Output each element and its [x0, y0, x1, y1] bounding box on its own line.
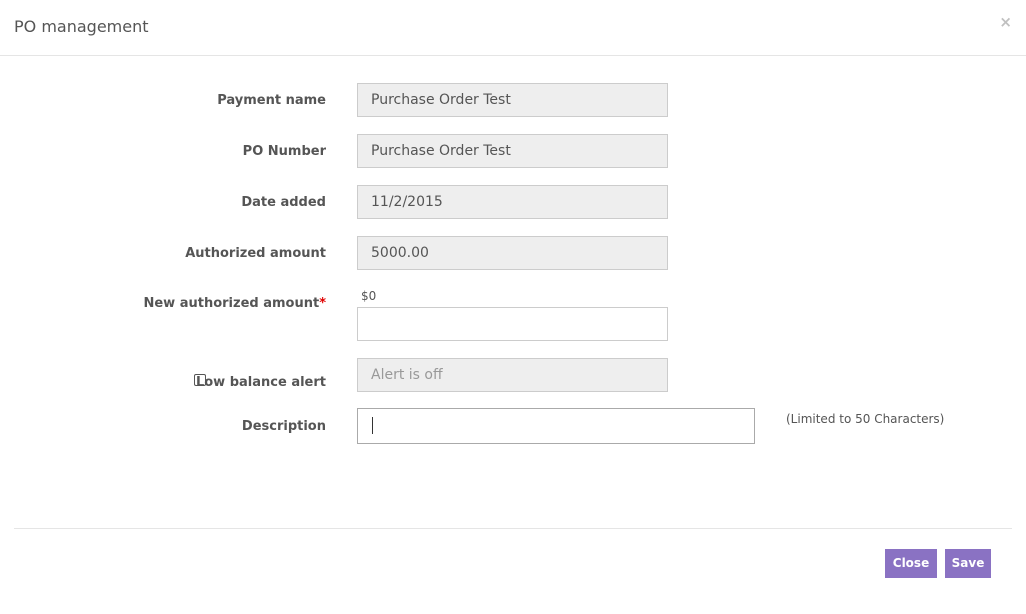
required-marker: * — [319, 296, 326, 311]
description-label: Description — [241, 419, 326, 434]
new-authorized-amount-label: New authorized amount* — [143, 296, 326, 311]
payment-name-field: Purchase Order Test — [357, 83, 668, 117]
new-authorized-amount-hint: $0 — [361, 289, 377, 303]
low-balance-alert-label: Low balance alert — [195, 375, 326, 390]
modal-title: PO management — [14, 17, 149, 36]
date-added-label: Date added — [241, 195, 326, 210]
po-number-label: PO Number — [242, 144, 326, 159]
close-button[interactable]: Close — [885, 549, 937, 578]
payment-name-label: Payment name — [217, 93, 326, 108]
close-icon[interactable]: × — [999, 12, 1012, 32]
footer-divider — [14, 528, 1012, 529]
date-added-field: 11/2/2015 — [357, 185, 668, 219]
authorized-amount-field: 5000.00 — [357, 236, 668, 270]
description-input[interactable] — [357, 408, 755, 444]
new-authorized-amount-input[interactable] — [357, 307, 668, 341]
low-balance-alert-field: Alert is off — [357, 358, 668, 392]
authorized-amount-label: Authorized amount — [185, 246, 326, 261]
po-number-field: Purchase Order Test — [357, 134, 668, 168]
text-caret — [372, 416, 373, 434]
po-management-modal: PO management × Payment name Purchase Or… — [0, 0, 1026, 614]
new-authorized-amount-label-text: New authorized amount — [143, 296, 320, 311]
modal-header: PO management × — [0, 0, 1026, 56]
save-button[interactable]: Save — [945, 549, 991, 578]
description-limit-note: (Limited to 50 Characters) — [786, 412, 945, 426]
